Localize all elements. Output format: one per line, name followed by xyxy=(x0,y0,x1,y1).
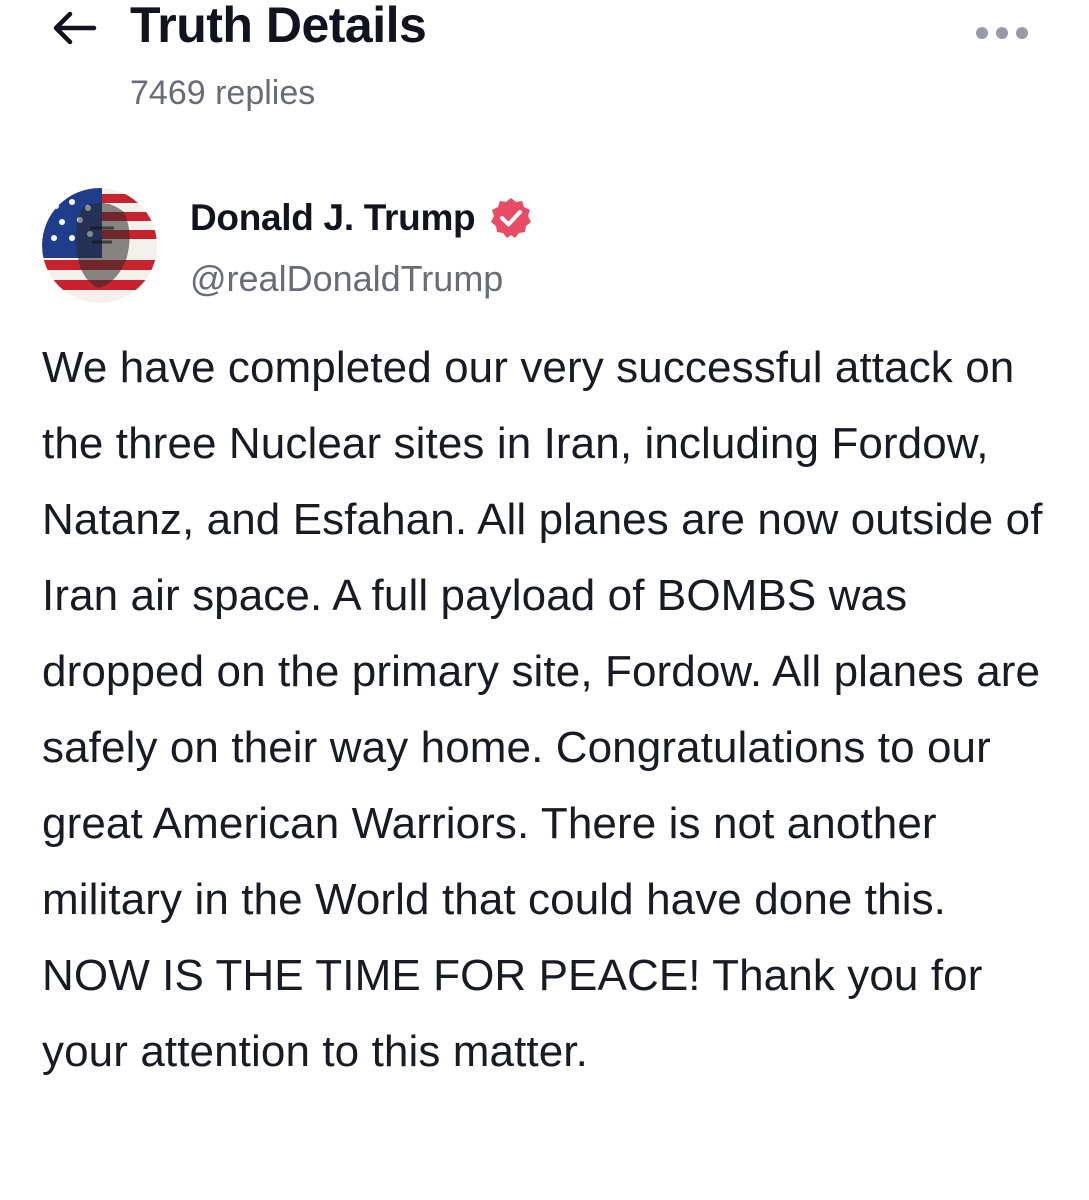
post-text: We have completed our very successful at… xyxy=(42,343,1043,1076)
back-button[interactable] xyxy=(46,6,102,50)
author-name-row: Donald J. Trump xyxy=(190,196,533,240)
avatar[interactable] xyxy=(42,188,157,303)
ellipsis-icon xyxy=(976,27,1028,39)
top-bar: Truth Details 7469 replies xyxy=(0,0,1089,130)
page-title: Truth Details xyxy=(130,0,427,53)
author-handle[interactable]: @realDonaldTrump xyxy=(190,258,503,300)
verified-badge-icon xyxy=(489,196,533,240)
arrow-left-icon xyxy=(53,11,97,45)
more-options-button[interactable] xyxy=(972,18,1032,48)
reply-count: 7469 replies xyxy=(130,74,316,112)
avatar-image xyxy=(42,188,157,303)
author-name[interactable]: Donald J. Trump xyxy=(190,197,476,239)
